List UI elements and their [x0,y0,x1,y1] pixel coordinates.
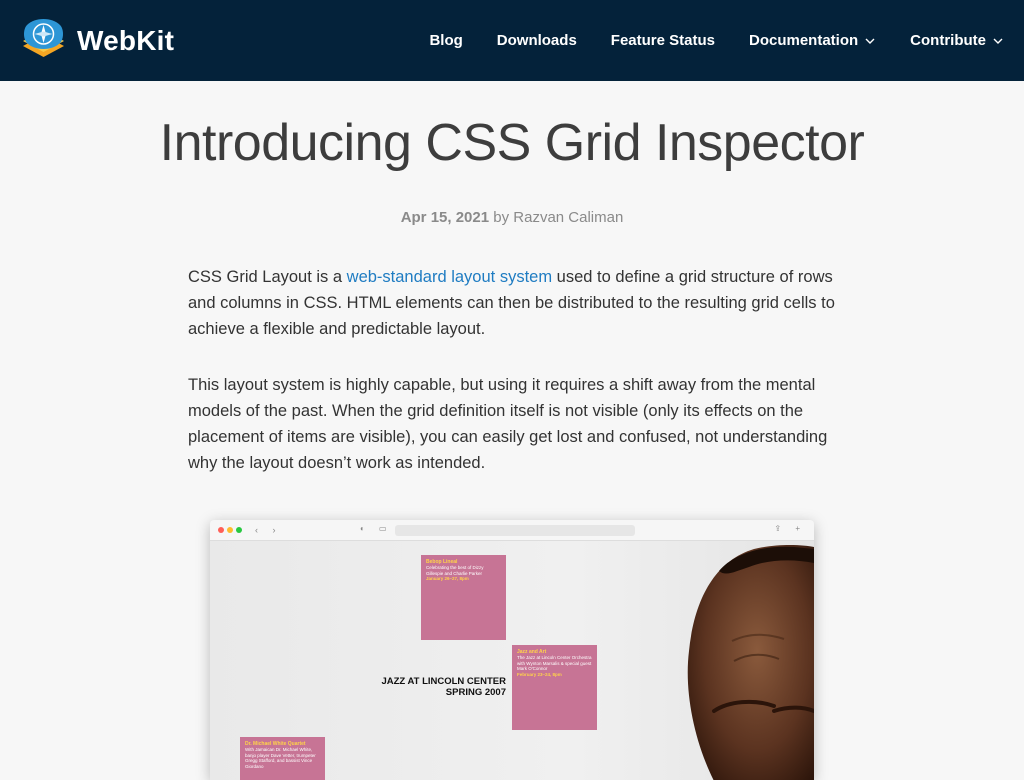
nav-blog[interactable]: Blog [429,32,462,49]
back-forward-icon: ‹ › [255,525,282,535]
by-label: by [493,209,510,226]
nav-feature-status[interactable]: Feature Status [611,32,715,49]
webkit-home-link[interactable]: WebKit [20,15,174,67]
paragraph-1: CSS Grid Layout is a web-standard layout… [188,268,835,338]
zoom-dot-icon [236,527,242,533]
main-nav: Blog Downloads Feature Status Documentat… [429,32,1004,49]
web-standard-layout-link[interactable]: web-standard layout system [347,268,552,286]
screenshot-page: Bebop Lineal Celebrating the best of Diz… [210,541,814,780]
post-author: Razvan Caliman [513,209,624,226]
share-new-tab-icon: ⇪ + [774,524,806,533]
byline: Apr 15, 2021 by Razvan Caliman [0,209,1024,226]
article-body: CSS Grid Layout is a web-standard layout… [188,264,836,476]
paragraph-2: This layout system is highly capable, bu… [188,376,828,472]
event-card: Dr. Michael White Quartet With Jamaican … [240,737,325,780]
brand-name: WebKit [77,24,175,56]
minimize-dot-icon [227,527,233,533]
nav-documentation[interactable]: Documentation [749,32,876,49]
address-bar [395,525,635,536]
jazz-headline: JAZZ AT LINCOLN CENTER SPRING 2007 [381,676,506,698]
page-title: Introducing CSS Grid Inspector [159,114,865,172]
post-date: Apr 15, 2021 [400,209,490,226]
toolbar-icons: ◐ ▭ [360,524,393,533]
browser-toolbar: ‹ › ◐ ▭ ⇪ + [210,520,814,541]
chevron-down-icon [865,38,875,44]
webkit-logo-icon [20,15,67,67]
grid-inspector-screenshot: ‹ › ◐ ▭ ⇪ + Bebop Lineal Celebrating the… [210,520,814,780]
event-card: Jazz and Art The Jazz at Lincoln Center … [512,645,597,730]
chevron-down-icon [993,38,1003,44]
nav-contribute[interactable]: Contribute [910,32,1004,49]
article: Introducing CSS Grid Inspector Apr 15, 2… [0,113,1024,476]
nav-downloads[interactable]: Downloads [497,32,577,49]
musician-photo [687,545,814,780]
event-card: Bebop Lineal Celebrating the best of Diz… [421,555,506,640]
site-header: WebKit Blog Downloads Feature Status Doc… [0,0,1024,81]
close-dot-icon [218,527,224,533]
